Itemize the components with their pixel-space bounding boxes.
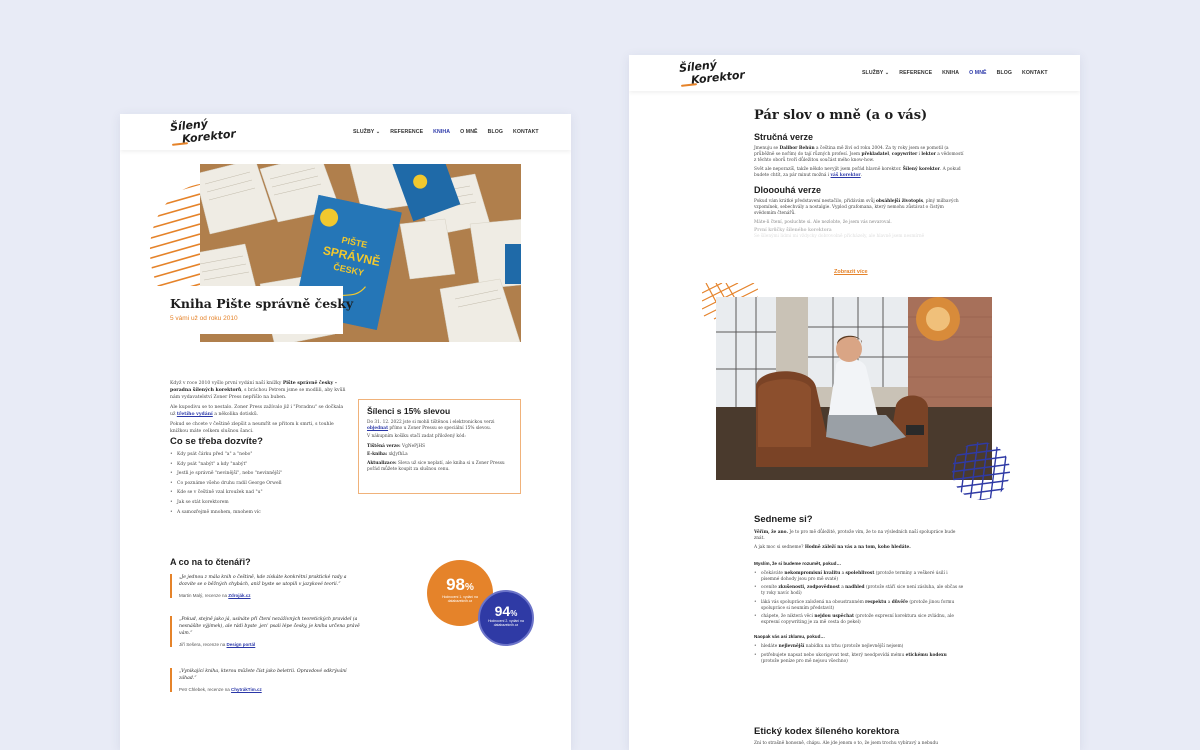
list-item: chápete, že nikterá věci nejdou uspěchat… xyxy=(754,614,964,626)
nav-item-kontakt[interactable]: KONTAKT xyxy=(513,129,539,135)
list-item: hledáte nejlevnější nabídku na trhu (pro… xyxy=(754,644,964,650)
main-nav: SLUŽBY ⌄ REFERENCE KNIHA O MNĚ BLOG KONT… xyxy=(353,114,539,150)
long-version-heading: Dlooouhá verze xyxy=(754,185,822,196)
list-item: Kdy psát "nabýt" a kdy "nabýt" xyxy=(170,460,282,470)
source-link-2[interactable]: Design portál xyxy=(227,642,256,647)
quote-3: „Vynikající kniha, kterou můžete číst ja… xyxy=(170,668,360,692)
meet-heading: Sedneme si? xyxy=(754,514,813,525)
print-code[interactable]: VgNePjHS xyxy=(402,444,425,449)
order-link[interactable]: objednat xyxy=(367,426,388,431)
list-item: láká vás spolupráce založená na oboustra… xyxy=(754,600,964,612)
nav-item-kniha[interactable]: KNIHA xyxy=(942,70,959,76)
ebook-code[interactable]: xkJyfhLa xyxy=(389,452,408,457)
discount-heading: Šílenci s 15% slevou xyxy=(367,406,451,416)
quote-2: „Pokud, stejně jako já, usínáte při čten… xyxy=(170,616,360,647)
list-item: Co poznáme všeho druhu radil George Orwe… xyxy=(170,479,282,489)
list-item: Kde se v češtině vzal kroužek nad "u" xyxy=(170,488,282,498)
rating-badge-94: 94% Hodnocení 2. vydání na databazeknih.… xyxy=(478,590,534,646)
nav-item-blog[interactable]: BLOG xyxy=(488,129,503,135)
readers-heading: A co na to čtenáři? xyxy=(170,557,251,567)
hero-title-box: Kniha Pište správně česky 5 vámi už od r… xyxy=(157,286,354,334)
chevron-down-icon: ⌄ xyxy=(375,129,381,135)
page-title: Pár slov o mně (a o vás) xyxy=(754,108,928,123)
meet-section: Sedneme si? Věřím, že ano. Je to pro mě … xyxy=(754,514,964,667)
list-item: potřebujete napsat nebo ukorigovat text,… xyxy=(754,653,964,665)
your-corrector-link[interactable]: váš korektor xyxy=(831,173,861,178)
third-edition-link[interactable]: třetího vydání xyxy=(177,412,213,417)
list-item: Jestli je správně "nevinější", nebo "nev… xyxy=(170,469,282,479)
decorative-scribble xyxy=(952,442,1010,500)
understand-list: očekáváte nekompromisní kvalitu a spoleh… xyxy=(754,571,964,627)
page-subtitle: 5 vámi už od roku 2010 xyxy=(170,315,238,322)
avoid-heading: Naopak vás asi zklamu, pokud… xyxy=(754,634,825,640)
nav-item-blog[interactable]: BLOG xyxy=(997,70,1012,76)
list-item: Kdy psát čárku před "a" a "nebo" xyxy=(170,450,282,460)
nav-item-reference[interactable]: REFERENCE xyxy=(390,129,423,135)
learn-heading: Co se třeba dozvíte? xyxy=(170,436,263,447)
nav-item-kniha[interactable]: KNIHA xyxy=(433,129,450,135)
nav-item-sluzby[interactable]: SLUŽBY ⌄ xyxy=(862,70,889,76)
list-item: oceníte zkušenosti, zodpovědnost a nadhl… xyxy=(754,585,964,597)
logo[interactable]: Šílený Korektor xyxy=(169,117,236,147)
about-page-screenshot: Šílený Korektor SLUŽBY ⌄ REFERENCE KNIHA… xyxy=(629,55,1080,750)
discount-box: Šílenci s 15% slevou Do 31. 12. 2022 jst… xyxy=(358,399,521,494)
about-text: Stručná verze Jmenuju se Dalibor Behún a… xyxy=(754,132,964,240)
intro-text: Když v roce 2010 vyšlo první vydání naší… xyxy=(170,381,346,434)
main-nav: SLUŽBY ⌄ REFERENCE KNIHA O MNĚ BLOG KONT… xyxy=(862,55,1048,91)
avoid-list: hledáte nejlevnější nabídku na trhu (pro… xyxy=(754,644,964,665)
list-item: A samozřejmě mnohem, mnohem víc xyxy=(170,508,282,518)
list-item: očekáváte nekompromisní kvalitu a spoleh… xyxy=(754,571,964,583)
nav-item-sluzby[interactable]: SLUŽBY ⌄ xyxy=(353,129,380,135)
list-item: Jak se stát korektorem xyxy=(170,498,282,508)
learn-list: Kdy psát čárku před "a" a "nebo" Kdy psá… xyxy=(170,450,282,517)
ethics-heading: Etický kodex šíleného korektora xyxy=(754,726,900,737)
source-link-1[interactable]: Zdroják.cz xyxy=(228,593,250,598)
short-version-heading: Stručná verze xyxy=(754,132,814,142)
ethics-text: Zní to strašně honosně, chápu. Ale jde j… xyxy=(754,741,939,746)
nav-item-kontakt[interactable]: KONTAKT xyxy=(1022,70,1048,76)
page-title: Kniha Pište správně česky xyxy=(170,296,354,311)
nav-item-o-mne[interactable]: O MNĚ xyxy=(969,70,987,76)
understand-heading: Myslím, že si budeme rozumět, pokud… xyxy=(754,560,842,566)
show-more-link[interactable]: Zobrazit více xyxy=(834,269,868,275)
nav-item-o-mne[interactable]: O MNĚ xyxy=(460,129,478,135)
book-page-screenshot: Šílený Korektor SLUŽBY ⌄ REFERENCE KNIHA… xyxy=(120,114,571,750)
site-header: Šílený Korektor SLUŽBY ⌄ REFERENCE KNIHA… xyxy=(629,55,1080,91)
quote-1: „Je jednou z mála knih o češtině, kde zí… xyxy=(170,574,360,598)
source-link-3[interactable]: ChytrákTim.cz xyxy=(231,687,262,692)
nav-item-reference[interactable]: REFERENCE xyxy=(899,70,932,76)
site-header: Šílený Korektor SLUŽBY ⌄ REFERENCE KNIHA… xyxy=(120,114,571,150)
logo[interactable]: Šílený Korektor xyxy=(678,58,745,88)
chevron-down-icon: ⌄ xyxy=(884,70,890,76)
